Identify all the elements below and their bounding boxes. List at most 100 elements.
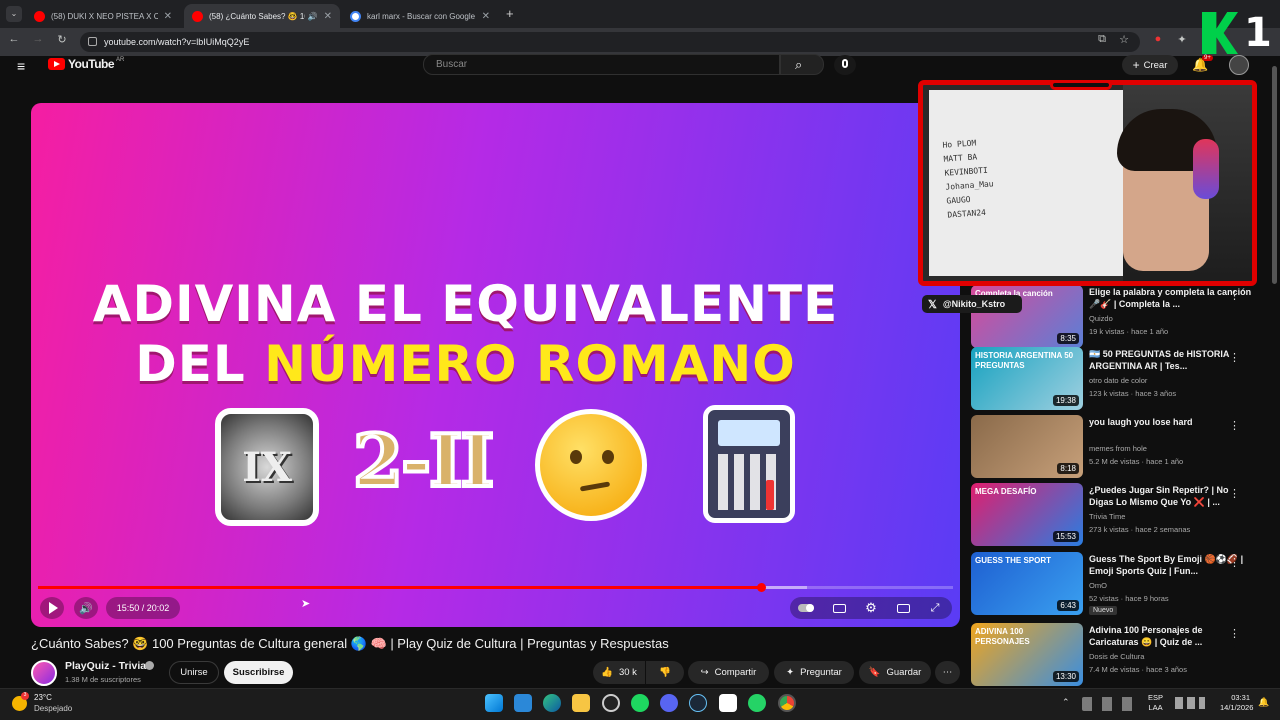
- recommended-meta: 5.2 M de vistas · hace 1 año: [1089, 457, 1184, 466]
- more-options-icon[interactable]: ⋮: [1229, 487, 1240, 500]
- tab-duki[interactable]: (58) DUKI X NEO PISTEA X C.R.O ✕: [26, 4, 180, 28]
- channel-avatar[interactable]: [31, 660, 57, 686]
- video-player[interactable]: ADIVINA EL EQUIVALENTE DEL NÚMERO ROMANO…: [31, 103, 960, 627]
- scrubber-handle[interactable]: [756, 583, 766, 592]
- more-options-icon[interactable]: ⋮: [1229, 419, 1240, 432]
- close-tab-icon[interactable]: ✕: [324, 11, 332, 22]
- youtube-logo[interactable]: YouTube AR: [48, 57, 124, 71]
- share-icon: ↪: [700, 667, 709, 678]
- network-volume-battery-icons[interactable]: [1175, 697, 1205, 709]
- voice-search-button[interactable]: [834, 55, 856, 75]
- more-options-icon[interactable]: ⋮: [1229, 289, 1240, 302]
- subtitles-icon[interactable]: [830, 597, 848, 619]
- new-tab-button[interactable]: +: [506, 6, 514, 21]
- more-options-icon[interactable]: ⋮: [1229, 556, 1240, 569]
- duration-badge: 6:43: [1057, 600, 1079, 611]
- like-button[interactable]: 👍 30 k: [593, 661, 645, 684]
- tab-cuanto-sabes[interactable]: (58) ¿Cuánto Sabes? 🤓 100 🔊 ✕: [184, 4, 340, 28]
- recommended-video[interactable]: MEGA DESAFÍO 15:53 ¿Puedes Jugar Sin Repet…: [971, 483, 1266, 547]
- tray-icons[interactable]: [1082, 697, 1142, 711]
- miniplayer-icon[interactable]: [894, 597, 912, 619]
- fullscreen-icon[interactable]: ⤢: [926, 597, 944, 619]
- whatsapp-icon[interactable]: [748, 694, 766, 712]
- volume-icon: 🔊: [79, 602, 93, 615]
- thumbnail-title-line2: DEL NÚMERO ROMANO: [135, 335, 796, 393]
- address-bar[interactable]: youtube.com/watch?v=lbIUiMqQ2yE: [80, 32, 1140, 52]
- search-button[interactable]: ⌕: [780, 54, 824, 75]
- thinking-emoji: [535, 409, 647, 521]
- bookmark-icon: 🔖: [868, 667, 881, 678]
- more-actions-button[interactable]: ⋯: [935, 661, 960, 684]
- recommended-video[interactable]: 8:18 you laugh you lose hard memes from ho…: [971, 415, 1266, 479]
- start-windows-icon[interactable]: [485, 694, 503, 712]
- recommended-channel[interactable]: OmO: [1089, 581, 1107, 590]
- bookmark-star-icon[interactable]: ☆: [1116, 33, 1132, 46]
- recommended-video[interactable]: ADIVINA 100 PERSONAJES 13:30 Adivina 100 P…: [971, 623, 1266, 687]
- microphone-icon: [842, 59, 848, 68]
- menu-icon[interactable]: ≡: [17, 58, 25, 74]
- mouse-cursor-icon: ➤: [301, 598, 311, 610]
- video-thumbnail[interactable]: MEGA DESAFÍO 15:53: [971, 483, 1083, 546]
- site-info-icon[interactable]: [88, 37, 97, 46]
- tray-chevron-icon[interactable]: ⌃: [1062, 697, 1070, 708]
- video-thumbnail[interactable]: GUESS THE SPORT 6:43: [971, 552, 1083, 615]
- duration-badge: 13:30: [1052, 671, 1079, 682]
- roman-numeral-badge: IX: [215, 408, 319, 526]
- video-thumbnail[interactable]: 8:18: [971, 415, 1083, 478]
- file-notes-icon[interactable]: [514, 694, 532, 712]
- language-indicator[interactable]: ESP LAA: [1148, 693, 1163, 713]
- save-button[interactable]: 🔖 Guardar: [859, 661, 931, 684]
- video-thumbnail[interactable]: HISTORIA ARGENTINA 50 PREGUNTAS 19:38: [971, 347, 1083, 410]
- recommended-channel[interactable]: Quizdo: [1089, 314, 1113, 323]
- install-app-icon[interactable]: ⧉: [1094, 33, 1110, 46]
- channel-name[interactable]: PlayQuiz - Trivia: [65, 660, 146, 672]
- extensions-puzzle-icon[interactable]: ✦: [1174, 33, 1190, 46]
- settings-gear-icon[interactable]: ⚙: [862, 597, 880, 619]
- autoplay-toggle[interactable]: [796, 597, 816, 619]
- extension-icon[interactable]: ●: [1150, 33, 1166, 45]
- subscribe-button[interactable]: Suscribirse: [224, 661, 293, 684]
- recommended-video[interactable]: GUESS THE SPORT 6:43 Guess The Sport By Em…: [971, 552, 1266, 616]
- join-button[interactable]: Unirse: [169, 661, 219, 684]
- create-button[interactable]: + Crear: [1122, 55, 1178, 75]
- notification-center-icon[interactable]: 🔔: [1258, 697, 1269, 708]
- recommended-meta: 273 k vistas · hace 2 semanas: [1089, 525, 1191, 534]
- search-input[interactable]: Buscar: [423, 54, 780, 75]
- tab-search-button[interactable]: ⌄: [6, 6, 22, 22]
- more-options-icon[interactable]: ⋮: [1229, 627, 1240, 640]
- share-button[interactable]: ↪ Compartir: [688, 661, 769, 684]
- ask-button[interactable]: ✦ Preguntar: [774, 661, 854, 684]
- discord-icon[interactable]: [660, 694, 678, 712]
- account-avatar[interactable]: [1229, 55, 1249, 75]
- recommended-video[interactable]: HISTORIA ARGENTINA 50 PREGUNTAS 19:38 🇦🇷 5…: [971, 347, 1266, 411]
- back-icon[interactable]: ←: [6, 33, 22, 45]
- file-explorer-icon[interactable]: [572, 694, 590, 712]
- capcut-icon[interactable]: [719, 694, 737, 712]
- edge-browser-icon[interactable]: [543, 694, 561, 712]
- recommended-channel[interactable]: Dosis de Cultura: [1089, 652, 1144, 661]
- play-button[interactable]: [40, 597, 64, 619]
- chrome-icon[interactable]: [778, 694, 796, 712]
- video-thumbnail[interactable]: ADIVINA 100 PERSONAJES 13:30: [971, 623, 1083, 686]
- forward-icon[interactable]: →: [30, 33, 46, 45]
- clock[interactable]: 03:31 14/1/2026: [1220, 693, 1253, 713]
- close-tab-icon[interactable]: ✕: [482, 11, 490, 22]
- steam-icon[interactable]: [689, 694, 707, 712]
- more-options-icon[interactable]: ⋮: [1229, 351, 1240, 364]
- weather-alert-badge: 3: [21, 692, 29, 700]
- recommended-channel[interactable]: Trivia Time: [1089, 512, 1125, 521]
- tab-karl-marx[interactable]: karl marx - Buscar con Google ✕: [342, 4, 498, 28]
- chat-app-icon[interactable]: [602, 694, 620, 712]
- recommended-channel[interactable]: memes from hole: [1089, 444, 1147, 453]
- spotify-icon[interactable]: [631, 694, 649, 712]
- close-tab-icon[interactable]: ✕: [164, 11, 172, 22]
- progress-bar[interactable]: [38, 583, 953, 592]
- reload-icon[interactable]: ↻: [54, 33, 70, 46]
- speaker-icon[interactable]: 🔊: [308, 12, 318, 21]
- calculator-icon: [703, 405, 795, 523]
- dislike-button[interactable]: 👎: [646, 661, 684, 684]
- page-scrollbar[interactable]: [1272, 66, 1277, 284]
- volume-button[interactable]: 🔊: [74, 597, 98, 619]
- buffered-bar: [760, 586, 807, 589]
- recommended-channel[interactable]: otro dato de color: [1089, 376, 1147, 385]
